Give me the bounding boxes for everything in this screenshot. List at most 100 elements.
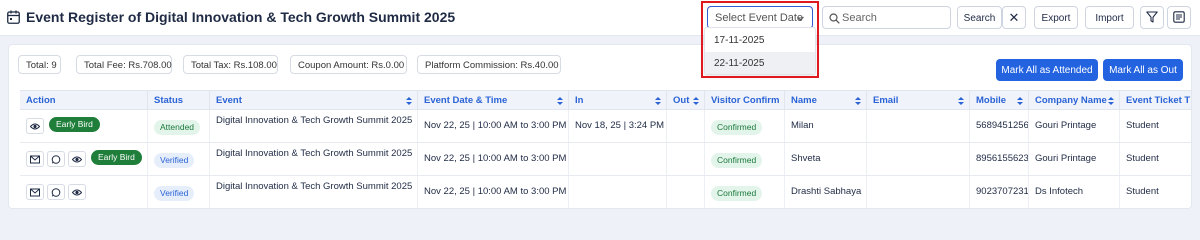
event-cell: Digital Innovation & Tech Growth Summit …: [210, 143, 418, 175]
name-cell: Shveta: [785, 143, 867, 175]
top-bar: Event Register of Digital Innovation & T…: [0, 0, 1200, 36]
event-date-select[interactable]: Select Event Date: [707, 6, 813, 29]
column-header-event-ticket[interactable]: Event Ticket T: [1120, 91, 1191, 110]
confirm-badge: Confirmed: [711, 186, 763, 201]
sort-icon[interactable]: [655, 97, 661, 105]
status-cell: Attended: [148, 110, 210, 142]
clear-search-button[interactable]: ✕: [1002, 6, 1026, 29]
search-field[interactable]: [822, 6, 951, 29]
sort-icon[interactable]: [557, 97, 563, 105]
mail-icon: [30, 188, 40, 197]
view-button[interactable]: [68, 151, 86, 167]
early-bird-badge: Early Bird: [49, 117, 100, 132]
table-header: Action Status Event Event Date & Time In…: [20, 90, 1191, 110]
stat-coupon-amount: Coupon Amount: Rs.0.00: [290, 55, 407, 74]
event-date-dropdown: 17-11-2025 22-11-2025: [704, 27, 816, 75]
column-header-visitor-confirm[interactable]: Visitor Confirm: [705, 91, 785, 110]
filter-icon: [1146, 11, 1158, 23]
whatsapp-icon: [51, 188, 61, 197]
column-header-email[interactable]: Email: [867, 91, 970, 110]
mark-all-attended-button[interactable]: Mark All as Attended: [996, 59, 1098, 81]
whatsapp-button[interactable]: [47, 151, 65, 167]
search-button[interactable]: Search: [957, 6, 1002, 29]
calendar-icon: [7, 10, 20, 24]
table-row: Early Bird Attended Digital Innovation &…: [20, 110, 1191, 143]
event-cell: Digital Innovation & Tech Growth Summit …: [210, 176, 418, 208]
out-cell: [667, 143, 705, 175]
column-header-name[interactable]: Name: [785, 91, 867, 110]
column-header-status[interactable]: Status: [148, 91, 210, 110]
stat-total: Total: 9: [18, 55, 61, 74]
email-button[interactable]: [26, 151, 44, 167]
column-header-in[interactable]: In: [569, 91, 667, 110]
event-date-option[interactable]: 22-11-2025: [705, 52, 815, 74]
column-header-event[interactable]: Event: [210, 91, 418, 110]
action-cell: Early Bird: [20, 143, 148, 175]
search-input[interactable]: [842, 10, 947, 26]
visitor-confirm-cell: Confirmed: [705, 110, 785, 142]
export-list-icon: [1173, 11, 1185, 23]
in-cell: Nov 18, 25 | 3:24 PM: [569, 110, 667, 142]
action-cell: [20, 176, 148, 208]
date-time-cell: Nov 22, 25 | 10:00 AM to 3:00 PM: [418, 176, 569, 208]
whatsapp-icon: [51, 155, 61, 164]
early-bird-badge: Early Bird: [91, 150, 142, 165]
stat-total-tax: Total Tax: Rs.108.00: [183, 55, 278, 74]
action-cell: Early Bird: [20, 110, 148, 142]
sort-icon[interactable]: [1017, 97, 1023, 105]
table-row: Verified Digital Innovation & Tech Growt…: [20, 176, 1191, 208]
visitor-confirm-cell: Confirmed: [705, 176, 785, 208]
column-header-out[interactable]: Out: [667, 91, 705, 110]
status-cell: Verified: [148, 143, 210, 175]
out-cell: [667, 110, 705, 142]
email-cell: [867, 143, 970, 175]
whatsapp-button[interactable]: [47, 184, 65, 200]
mobile-cell: 8956155623: [970, 143, 1029, 175]
status-badge: Attended: [154, 120, 201, 135]
company-cell: Ds Infotech: [1029, 176, 1120, 208]
company-cell: Gouri Printage: [1029, 143, 1120, 175]
event-date-select-label: Select Event Date: [715, 12, 804, 24]
view-button[interactable]: [68, 184, 86, 200]
event-date-option[interactable]: 17-11-2025: [705, 29, 815, 51]
column-header-action: Action: [20, 91, 148, 110]
mobile-cell: 9023707231: [970, 176, 1029, 208]
stat-total-fee: Total Fee: Rs.708.00: [76, 55, 172, 74]
column-header-company-name[interactable]: Company Name: [1029, 91, 1120, 110]
mail-icon: [30, 155, 40, 164]
event-cell: Digital Innovation & Tech Growth Summit …: [210, 110, 418, 142]
confirm-badge: Confirmed: [711, 120, 763, 135]
eye-icon: [72, 189, 82, 196]
date-time-cell: Nov 22, 25 | 10:00 AM to 3:00 PM: [418, 143, 569, 175]
sort-icon[interactable]: [855, 97, 861, 105]
date-time-cell: Nov 22, 25 | 10:00 AM to 3:00 PM: [418, 110, 569, 142]
column-header-mobile[interactable]: Mobile: [970, 91, 1029, 110]
close-icon: ✕: [1008, 10, 1020, 25]
search-icon: [829, 13, 840, 24]
import-button[interactable]: Import: [1085, 6, 1134, 29]
status-badge: Verified: [154, 186, 195, 201]
view-button[interactable]: [26, 118, 44, 134]
filter-button[interactable]: [1140, 6, 1164, 29]
sort-icon[interactable]: [693, 97, 699, 105]
eye-icon: [72, 156, 82, 163]
column-settings-button[interactable]: [1167, 6, 1191, 29]
company-cell: Gouri Printage: [1029, 110, 1120, 142]
in-cell: [569, 143, 667, 175]
sort-icon[interactable]: [958, 97, 964, 105]
email-cell: [867, 176, 970, 208]
export-button[interactable]: Export: [1034, 6, 1078, 29]
register-card: Total: 9 Total Fee: Rs.708.00 Total Tax:…: [8, 44, 1192, 209]
name-cell: Drashti Sabhaya: [785, 176, 867, 208]
visitor-confirm-cell: Confirmed: [705, 143, 785, 175]
mark-all-out-button[interactable]: Mark All as Out: [1103, 59, 1183, 81]
sort-icon[interactable]: [1108, 97, 1114, 105]
ticket-cell: Student: [1126, 186, 1159, 197]
sort-icon[interactable]: [406, 97, 412, 105]
mobile-cell: 5689451256: [970, 110, 1029, 142]
column-header-event-date-time[interactable]: Event Date & Time: [418, 91, 569, 110]
table-row: Early Bird Verified Digital Innovation &…: [20, 143, 1191, 176]
email-cell: [867, 110, 970, 142]
email-button[interactable]: [26, 184, 44, 200]
row-selector[interactable]: [9, 133, 15, 143]
